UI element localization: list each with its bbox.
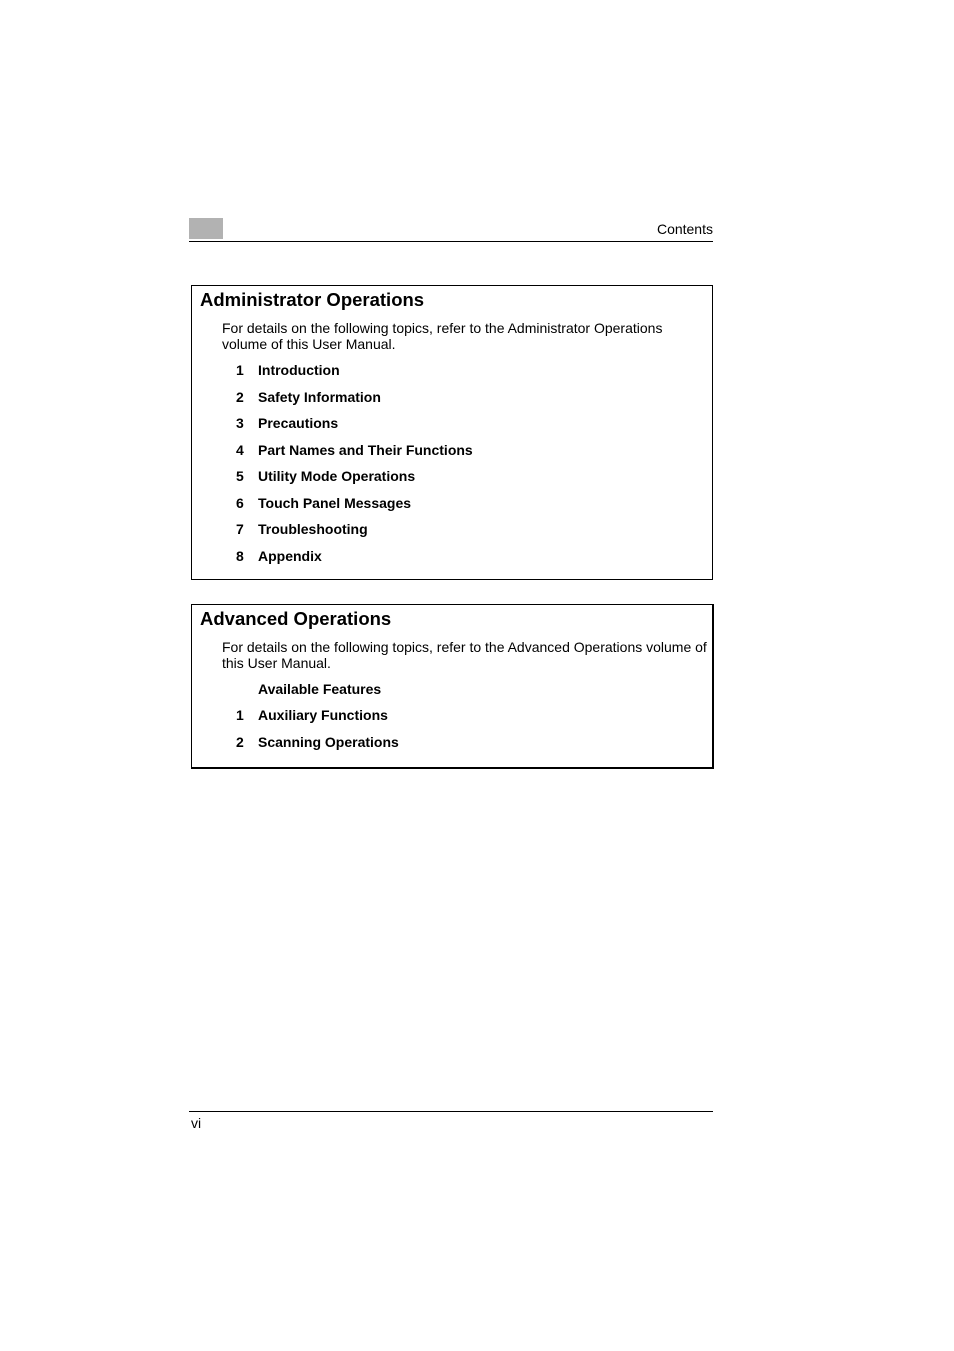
toc-item-label[interactable]: Utility Mode Operations [258,468,415,484]
toc-item-label[interactable]: Safety Information [258,389,381,405]
toc-item-label[interactable]: Available Features [258,681,381,697]
header-tab-marker [189,218,223,239]
toc-item-number: 5 [236,468,244,484]
toc-item-label[interactable]: Touch Panel Messages [258,495,411,511]
toc-item-number: 3 [236,415,244,431]
header-rule [189,241,713,242]
toc-item-number: 2 [236,389,244,405]
toc-item-number: 4 [236,442,244,458]
footer-rule [189,1111,713,1112]
toc-item-label[interactable]: Troubleshooting [258,521,368,537]
section-description: For details on the following topics, ref… [222,639,707,671]
toc-item-label[interactable]: Precautions [258,415,338,431]
toc-item-label[interactable]: Part Names and Their Functions [258,442,473,458]
section-title: Administrator Operations [200,289,425,310]
toc-item-label[interactable]: Introduction [258,362,340,378]
section-title: Advanced Operations [200,608,392,629]
administrator-operations-section: Administrator Operations For details on … [191,285,713,580]
toc-item-number: 2 [236,734,244,750]
toc-item-label[interactable]: Appendix [258,548,322,564]
toc-item-number: 8 [236,548,244,564]
running-header-title: Contents [656,221,713,237]
section-description: For details on the following topics, ref… [222,320,663,352]
advanced-operations-section: Advanced Operations For details on the f… [191,604,714,769]
toc-item-label[interactable]: Auxiliary Functions [258,707,388,723]
toc-item-number: 6 [236,495,244,511]
toc-item-number: 1 [236,707,244,723]
toc-item-number: 1 [236,362,244,378]
page-number: vi [191,1115,202,1131]
toc-item-label[interactable]: Scanning Operations [258,734,399,750]
toc-item-number: 7 [236,521,244,537]
